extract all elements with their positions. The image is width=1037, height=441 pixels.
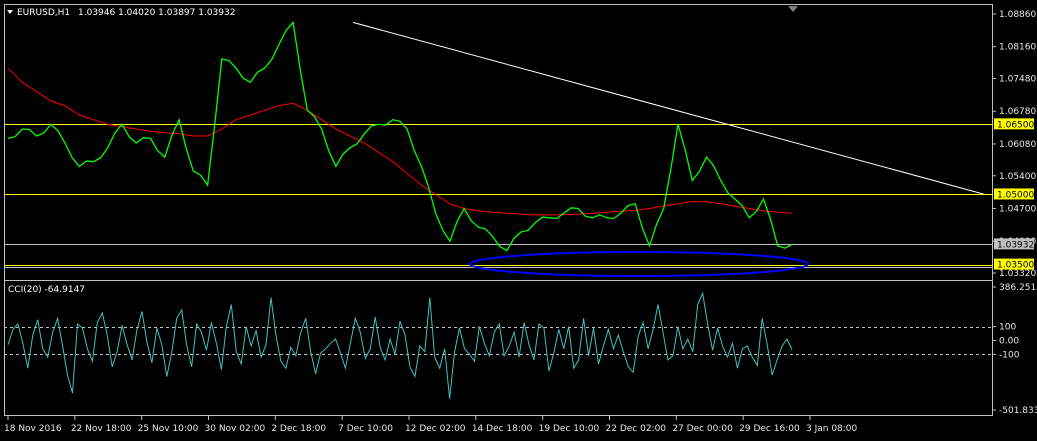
- time-tick-label: 30 Nov 02:00: [205, 424, 266, 434]
- time-tick-label: 2 Dec 18:00: [271, 424, 326, 434]
- moving-average-line: [7, 67, 793, 216]
- price-line: [7, 20, 793, 252]
- time-axis: 18 Nov 2016 22 Nov 18:00 25 Nov 10:00 30 No…: [4, 416, 858, 434]
- chart-menu-arrow-icon[interactable]: [7, 10, 13, 14]
- support-ellipse: [469, 251, 809, 277]
- time-tick-label: 14 Dec 18:00: [472, 424, 533, 434]
- price-tick-label: 1.05400: [999, 172, 1036, 182]
- level-label: 1.06500: [997, 120, 1034, 130]
- chart-ohlc: 1.03946 1.04020 1.03897 1.03932: [78, 8, 235, 18]
- price-tick-label: 1.08860: [999, 10, 1036, 20]
- price-tick-label: 1.06080: [999, 140, 1036, 150]
- time-tick-label: 12 Dec 02:00: [405, 424, 466, 434]
- cci-line: [7, 291, 793, 399]
- price-axis: 1.08860 1.08160 1.07480 1.06780 1.06080 1.054…: [993, 10, 1036, 279]
- time-tick-label: 22 Dec 02:00: [606, 424, 667, 434]
- cci-axis: 386.2518 100 0.00 -100 -501.8336: [993, 283, 1037, 416]
- cci-tick-label: 0.00: [999, 336, 1019, 346]
- chart-canvas: 1.08860 1.08160 1.07480 1.06780 1.06080 1.054…: [4, 4, 1037, 434]
- trendline: [352, 21, 986, 195]
- cci-tick-label: -100: [999, 350, 1020, 360]
- level-label: 1.03500: [997, 261, 1034, 271]
- time-tick-label: 7 Dec 10:00: [338, 424, 393, 434]
- level-label: 1.03932: [997, 240, 1034, 250]
- chart-shift-marker-icon[interactable]: [788, 6, 798, 12]
- price-tick-label: 1.07480: [999, 75, 1036, 85]
- time-tick-label: 3 Jan 08:00: [806, 424, 858, 434]
- cci-pane: [4, 291, 993, 399]
- price-tick-label: 1.06780: [999, 107, 1036, 117]
- cci-tick-label: 386.2518: [999, 283, 1037, 293]
- price-tick-label: 1.04700: [999, 204, 1036, 214]
- chart-window: 1.08860 1.08160 1.07480 1.06780 1.06080 1.054…: [0, 0, 1037, 441]
- time-tick-label: 22 Nov 18:00: [71, 424, 132, 434]
- time-tick-label: 19 Dec 10:00: [539, 424, 600, 434]
- cci-tick-label: -501.8336: [999, 406, 1037, 416]
- level-label: 1.05000: [997, 190, 1034, 200]
- price-tick-label: 1.08160: [999, 43, 1036, 53]
- cci-tick-label: 100: [999, 323, 1016, 333]
- time-tick-label: 18 Nov 2016: [4, 424, 62, 434]
- time-tick-label: 25 Nov 10:00: [138, 424, 199, 434]
- chart-symbol: EURUSD,H1: [17, 8, 70, 18]
- cci-label: CCI(20) -64.9147: [8, 285, 85, 295]
- time-tick-label: 29 Dec 16:00: [739, 424, 800, 434]
- time-tick-label: 27 Dec 00:00: [672, 424, 733, 434]
- main-price-pane: [4, 20, 993, 277]
